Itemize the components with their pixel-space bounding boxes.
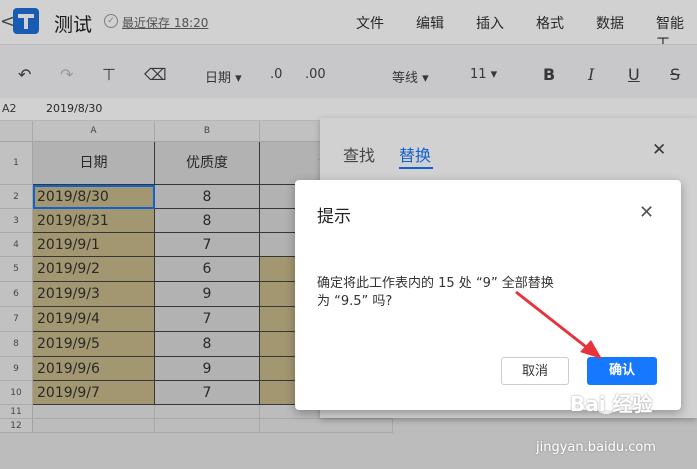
watermark-brand: Bai 经验 [570, 392, 653, 416]
confirm-button[interactable]: 确认 [587, 357, 657, 385]
cancel-button[interactable]: 取消 [501, 357, 569, 385]
confirm-dialog: 提示 ✕ 确定将此工作表内的 15 处 “9” 全部替换 为 “9.5” 吗? … [295, 180, 681, 410]
watermark-url: jingyan.baidu.com [536, 440, 656, 455]
dialog-message-line2: 为 “9.5” 吗? [317, 294, 393, 309]
dialog-title: 提示 [317, 207, 351, 227]
dialog-message-line1: 确定将此工作表内的 15 处 “9” 全部替换 [317, 276, 554, 291]
dialog-close-icon[interactable]: ✕ [639, 202, 654, 223]
